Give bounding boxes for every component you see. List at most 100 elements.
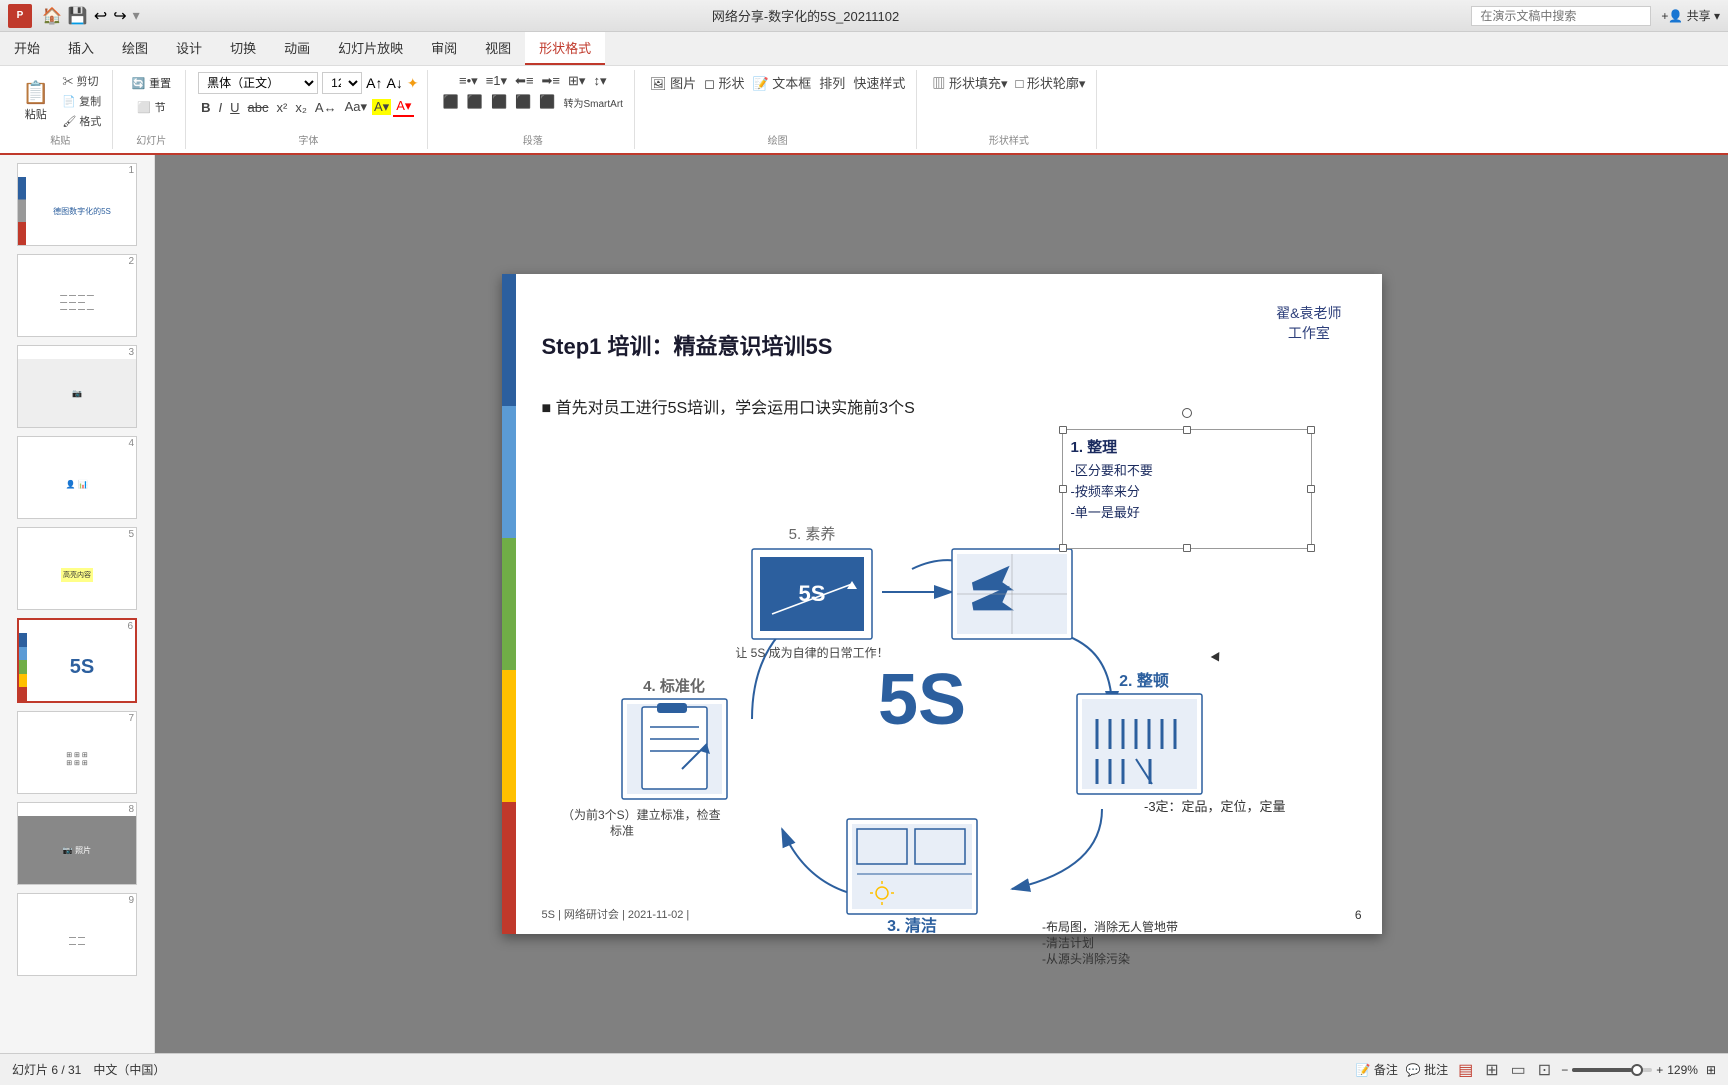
paste-button[interactable]: 📋 粘贴 bbox=[16, 77, 55, 125]
drawing-group-label: 绘图 bbox=[768, 130, 788, 147]
slide-preview-8: 📷 照片 bbox=[18, 816, 136, 884]
zoom-in-button[interactable]: + bbox=[1656, 1063, 1663, 1077]
tab-view[interactable]: 视图 bbox=[471, 32, 525, 65]
slideshow-button[interactable]: ⊡ bbox=[1536, 1058, 1553, 1082]
tab-animation[interactable]: 动画 bbox=[270, 32, 324, 65]
slide-thumb-8[interactable]: 8 📷 照片 bbox=[17, 802, 137, 885]
superscript-button[interactable]: x² bbox=[274, 99, 291, 116]
clipboard-sub: ✂ 剪切 📄 复制 🖌 格式 bbox=[59, 72, 104, 130]
align-right-button[interactable]: ⬛ bbox=[488, 93, 510, 111]
undo-icon[interactable]: ↩ bbox=[94, 6, 107, 26]
new-slide-button[interactable]: 🔄重置 bbox=[125, 72, 177, 94]
line-spacing-button[interactable]: ↕▾ bbox=[590, 72, 609, 90]
comments-button[interactable]: 💬 批注 bbox=[1406, 1061, 1448, 1078]
slide-logo: 翟&袁老师 工作室 bbox=[1276, 304, 1341, 343]
normal-view-button[interactable]: ▤ bbox=[1456, 1058, 1475, 1082]
tab-slideshow[interactable]: 幻灯片放映 bbox=[324, 32, 417, 65]
image-button[interactable]: 🖼 图片 bbox=[647, 72, 699, 93]
font-group: 黑体（正文） 12 A↑ A↓ ✦ B I U abc x² x₂ A↔ bbox=[190, 70, 427, 149]
slide-thumb-7[interactable]: 7 ⊞ ⊞ ⊞⊞ ⊞ ⊞ bbox=[17, 711, 137, 794]
shape-format-group-label: 形状样式 bbox=[989, 130, 1029, 147]
font-style-button[interactable]: Aa▾ bbox=[342, 98, 370, 116]
quick-access-icons[interactable]: 🏠 💾 ↩ ↪ ▾ bbox=[42, 6, 140, 26]
quick-style-button[interactable]: 快速样式 bbox=[850, 72, 908, 93]
slide-thumb-6[interactable]: 6 5S bbox=[17, 618, 137, 703]
font-name-selector[interactable]: 黑体（正文） bbox=[198, 72, 318, 94]
tab-insert[interactable]: 插入 bbox=[54, 32, 108, 65]
share-label[interactable]: +👤 共享 ▾ bbox=[1661, 9, 1720, 23]
increase-font-button[interactable]: A↑ bbox=[366, 75, 382, 91]
decrease-font-button[interactable]: A↓ bbox=[386, 75, 402, 91]
zoom-control[interactable]: − + 129% bbox=[1561, 1063, 1698, 1077]
slide-sorter-button[interactable]: ⊞ bbox=[1483, 1058, 1500, 1082]
zoom-slider[interactable] bbox=[1572, 1068, 1652, 1072]
numbering-button[interactable]: ≡1▾ bbox=[483, 72, 510, 90]
slide-thumb-1[interactable]: 1 德图数字化的5S bbox=[17, 163, 137, 246]
slide-thumb-2[interactable]: 2 — — — —— — —— — — — bbox=[17, 254, 137, 337]
slide-thumb-5[interactable]: 5 高亮内容 bbox=[17, 527, 137, 610]
tab-draw[interactable]: 绘图 bbox=[108, 32, 162, 65]
zoom-out-button[interactable]: − bbox=[1561, 1063, 1568, 1077]
fit-screen-button[interactable]: ⊞ bbox=[1706, 1063, 1716, 1077]
para-row1: ≡•▾ ≡1▾ ⬅≡ ➡≡ ⊞▾ ↕▾ bbox=[456, 72, 609, 90]
italic-button[interactable]: I bbox=[216, 99, 226, 116]
strikethrough-button[interactable]: abc bbox=[245, 99, 272, 116]
home-icon[interactable]: 🏠 bbox=[42, 6, 62, 26]
tab-transition[interactable]: 切换 bbox=[216, 32, 270, 65]
rotate-handle[interactable] bbox=[1182, 408, 1192, 418]
format-painter-button[interactable]: 🖌 格式 bbox=[59, 112, 104, 130]
arrange-button[interactable]: 排列 bbox=[816, 72, 848, 93]
smart-art-convert-button[interactable]: 转为SmartArt bbox=[561, 94, 626, 111]
slide-panel[interactable]: 1 德图数字化的5S 2 — — — —— — —— — — — 3 📷 4 👤… bbox=[0, 155, 155, 1053]
selection-box[interactable]: 1. 整理 -区分要和不要 -按频率来分 -单一是最好 bbox=[1062, 429, 1312, 549]
clear-format-button[interactable]: ✦ bbox=[407, 75, 419, 92]
text-highlight-button[interactable]: A▾ bbox=[372, 99, 391, 115]
align-left-button[interactable]: ⬛ bbox=[440, 93, 462, 111]
shape-outline-button[interactable]: □ 形状轮廓▾ bbox=[1012, 72, 1088, 93]
align-center-button[interactable]: ⬛ bbox=[464, 93, 486, 111]
copy-button[interactable]: 📄 复制 bbox=[59, 92, 104, 110]
tab-start[interactable]: 开始 bbox=[0, 32, 54, 65]
textbox-button[interactable]: 📝 文本框 bbox=[749, 72, 814, 93]
tab-review[interactable]: 审阅 bbox=[417, 32, 471, 65]
bold-button[interactable]: B bbox=[198, 99, 213, 116]
shape-format-content: ▥ 形状填充▾ □ 形状轮廓▾ bbox=[929, 72, 1088, 130]
canvas-area[interactable]: Step1 培训：精益意识培训5S 翟&袁老师 工作室 ■ 首先对员工进行5S培… bbox=[155, 155, 1728, 1053]
columns-button[interactable]: ⊞▾ bbox=[565, 72, 588, 90]
notes-button[interactable]: 📝 备注 bbox=[1356, 1061, 1398, 1078]
shape-row: 🖼 图片 ◻ 形状 📝 文本框 排列 快速样式 bbox=[647, 72, 908, 93]
underline-button[interactable]: U bbox=[227, 99, 242, 116]
font-size-selector[interactable]: 12 bbox=[322, 72, 362, 94]
decrease-indent-button[interactable]: ⬅≡ bbox=[512, 72, 536, 90]
slide-thumb-4[interactable]: 4 👤 📊 bbox=[17, 436, 137, 519]
slide-thumb-3[interactable]: 3 📷 bbox=[17, 345, 137, 428]
justify-button[interactable]: ⬛ bbox=[512, 93, 534, 111]
cut-button[interactable]: ✂ 剪切 bbox=[59, 72, 104, 90]
bullets-button[interactable]: ≡•▾ bbox=[456, 72, 481, 90]
slide-preview-3: 📷 bbox=[18, 359, 136, 427]
tab-design[interactable]: 设计 bbox=[162, 32, 216, 65]
increase-indent-button[interactable]: ➡≡ bbox=[539, 72, 563, 90]
char-spacing-button[interactable]: A↔ bbox=[312, 99, 340, 116]
shape-fill-button[interactable]: ▥ 形状填充▾ bbox=[929, 72, 1010, 93]
ribbon-tabs[interactable]: 开始 插入 绘图 设计 切换 动画 幻灯片放映 审阅 视图 形状格式 bbox=[0, 32, 1728, 66]
redo-icon[interactable]: ↪ bbox=[113, 6, 126, 26]
layout-button[interactable]: ⬜节 bbox=[131, 96, 172, 118]
text-direction-button[interactable]: ⬛ bbox=[536, 93, 558, 111]
font-color-button[interactable]: A▾ bbox=[393, 97, 414, 117]
tab-shape-format[interactable]: 形状格式 bbox=[525, 32, 605, 65]
slide-thumb-9[interactable]: 9 — —— — bbox=[17, 893, 137, 976]
reading-view-button[interactable]: ▭ bbox=[1509, 1058, 1528, 1082]
slide-preview-2: — — — —— — —— — — — bbox=[18, 268, 136, 336]
subscript-button[interactable]: x₂ bbox=[292, 99, 310, 116]
logo-line1: 翟&袁老师 bbox=[1276, 304, 1341, 324]
font-row2: B I U abc x² x₂ A↔ Aa▾ A▾ A▾ bbox=[198, 97, 414, 117]
shapes-button[interactable]: ◻ 形状 bbox=[701, 72, 747, 93]
user-area[interactable]: +👤 共享 ▾ bbox=[1661, 7, 1720, 24]
window-controls[interactable]: P bbox=[8, 4, 32, 28]
search-input[interactable] bbox=[1471, 6, 1651, 26]
save-icon[interactable]: 💾 bbox=[68, 6, 88, 26]
more-icon[interactable]: ▾ bbox=[133, 7, 140, 24]
svg-text:4. 标准化: 4. 标准化 bbox=[643, 677, 705, 695]
slide-num-3: 3 bbox=[18, 346, 136, 359]
